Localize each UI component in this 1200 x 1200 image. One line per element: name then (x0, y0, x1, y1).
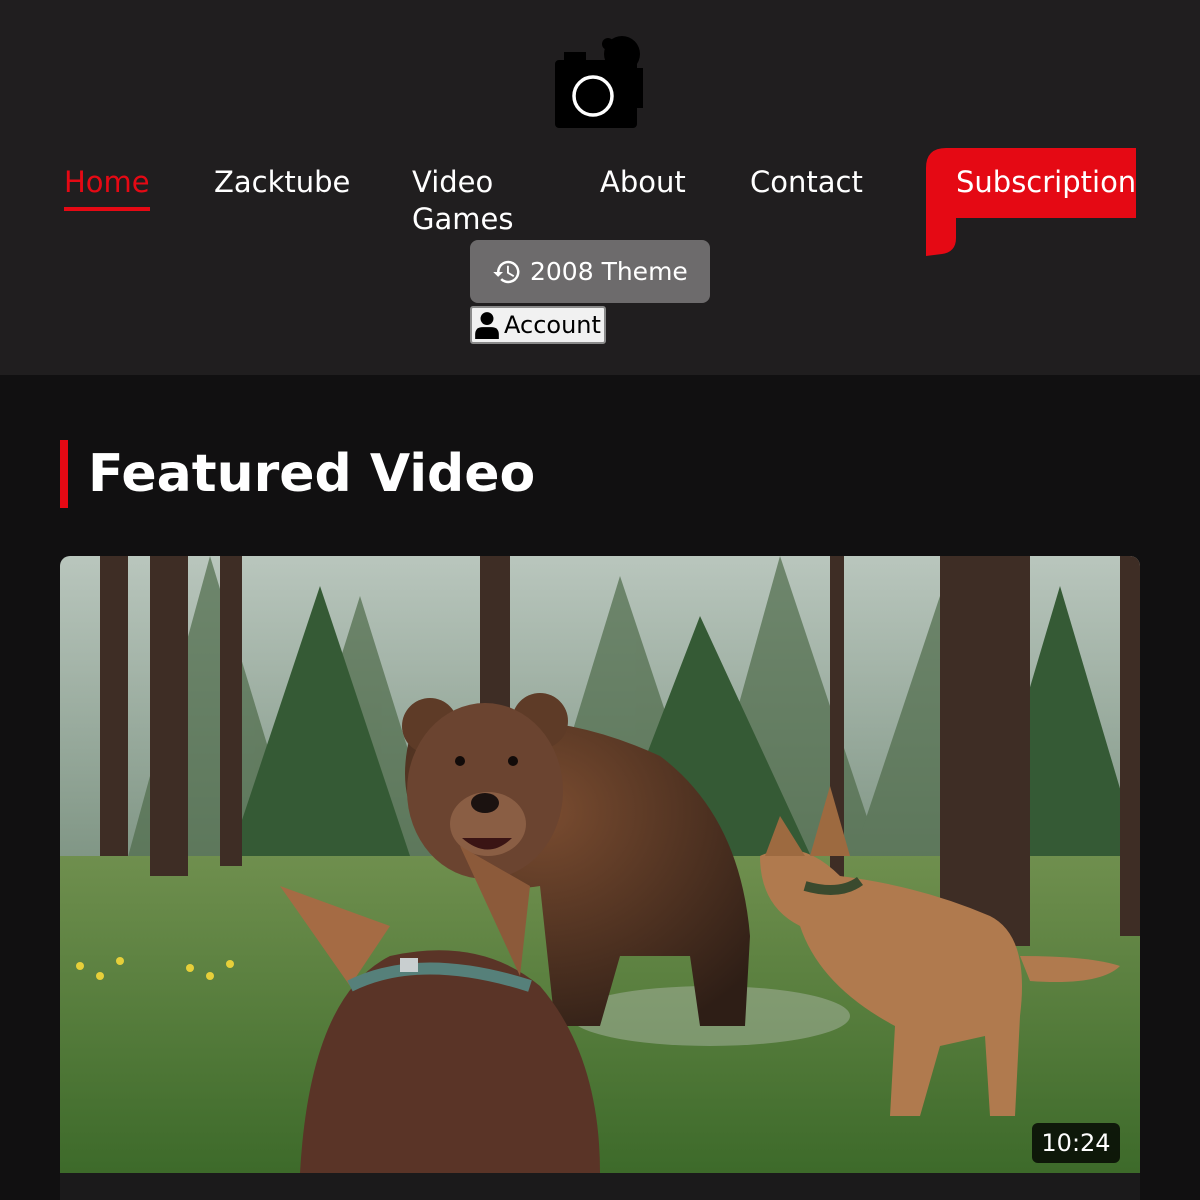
account-label: Account (504, 311, 601, 339)
camera-icon[interactable] (550, 30, 650, 134)
theme-2008-label: 2008 Theme (530, 257, 688, 286)
nav-video-games[interactable]: Video Games (412, 164, 513, 238)
nav-video-games-line1: Video (412, 165, 494, 199)
user-icon (475, 312, 499, 339)
nav-home[interactable]: Home (64, 164, 150, 201)
nav-contact[interactable]: Contact (750, 164, 863, 201)
account-button[interactable]: Account (470, 306, 606, 344)
nav-about[interactable]: About (600, 164, 686, 201)
section-accent-bar (60, 440, 68, 508)
nav-zacktube[interactable]: Zacktube (214, 164, 350, 201)
nav-video-games-line2: Games (412, 202, 514, 236)
nav-active-indicator (64, 207, 150, 211)
video-duration: 10:24 (1032, 1123, 1120, 1163)
history-icon (493, 260, 520, 283)
site-header: Home Zacktube Video Games About Contact … (0, 0, 1200, 375)
theme-2008-button[interactable]: 2008 Theme (470, 240, 710, 303)
section-title: Featured Video (88, 444, 536, 504)
subscribe-label: Subscription (956, 165, 1137, 199)
featured-video-card[interactable]: 10:24 (60, 556, 1140, 1200)
video-thumbnail[interactable] (60, 556, 1140, 1173)
